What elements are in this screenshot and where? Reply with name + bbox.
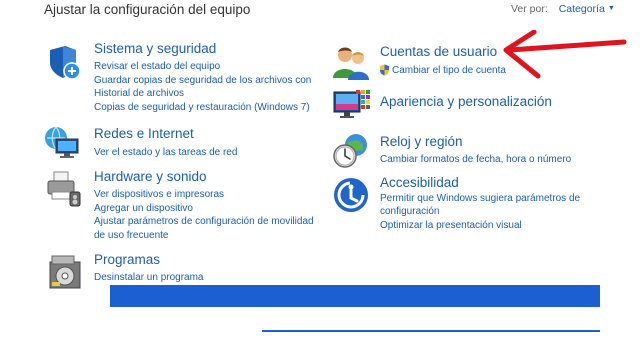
programs-icon [49, 255, 81, 289]
category-programs-title[interactable]: Programas [94, 252, 160, 267]
link-check-status[interactable]: Revisar el estado del equipo [94, 61, 220, 74]
link-optimize-display[interactable]: Optimizar la presentación visual [380, 220, 522, 233]
category-clock-title[interactable]: Reloj y región [380, 134, 463, 149]
category-system-title[interactable]: Sistema y seguridad [94, 41, 216, 56]
link-uninstall-program[interactable]: Desinstalar un programa [94, 272, 204, 285]
accessibility-icon [334, 178, 368, 212]
blue-overlay-bar [110, 285, 600, 307]
red-arrow-annotation [503, 30, 627, 79]
appearance-icon [333, 90, 370, 118]
link-windows-suggest-1[interactable]: Permitir que Windows sugiera parámetros … [380, 193, 580, 206]
page-title: Ajustar la configuración del equipo [44, 2, 251, 17]
printer-icon [47, 171, 81, 207]
link-change-account-type[interactable]: Cambiar el tipo de cuenta [392, 65, 506, 78]
category-network-title[interactable]: Redes e Internet [94, 126, 194, 141]
link-file-history-1[interactable]: Guardar copias de seguridad de los archi… [94, 75, 311, 88]
view-by-value: Categoría [558, 3, 605, 15]
category-ease-title[interactable]: Accesibilidad [380, 175, 459, 190]
clock-globe-icon [333, 134, 367, 168]
link-windows-suggest-2[interactable]: configuración [380, 206, 439, 219]
uac-shield-icon [380, 64, 389, 76]
chevron-down-icon: ▼ [607, 5, 615, 12]
link-network-status[interactable]: Ver el estado y las tareas de red [94, 147, 237, 160]
link-devices-printers[interactable]: Ver dispositivos e impresoras [94, 189, 224, 202]
link-add-device[interactable]: Agregar un dispositivo [94, 203, 193, 216]
network-icon [45, 126, 79, 158]
view-by-label: Ver por: [511, 3, 548, 15]
category-appearance-title[interactable]: Apariencia y personalización [380, 94, 552, 109]
shield-icon [50, 46, 81, 80]
link-date-time-formats[interactable]: Cambiar formatos de fecha, hora o número [380, 154, 571, 167]
link-backup-restore[interactable]: Copias de seguridad y restauración (Wind… [94, 102, 310, 115]
link-mobility-2[interactable]: de uso frecuente [94, 230, 169, 243]
link-file-history-2[interactable]: Historial de archivos [94, 88, 184, 101]
view-by: Ver por: Categoría ▼ [511, 3, 615, 15]
category-hardware-title[interactable]: Hardware y sonido [94, 169, 207, 184]
users-icon [333, 47, 369, 80]
category-accounts-title[interactable]: Cuentas de usuario [380, 44, 497, 59]
link-mobility-1[interactable]: Ajustar parámetros de configuración de m… [94, 216, 314, 229]
view-by-dropdown[interactable]: Categoría ▼ [559, 3, 615, 15]
blue-overlay-line [262, 330, 600, 332]
